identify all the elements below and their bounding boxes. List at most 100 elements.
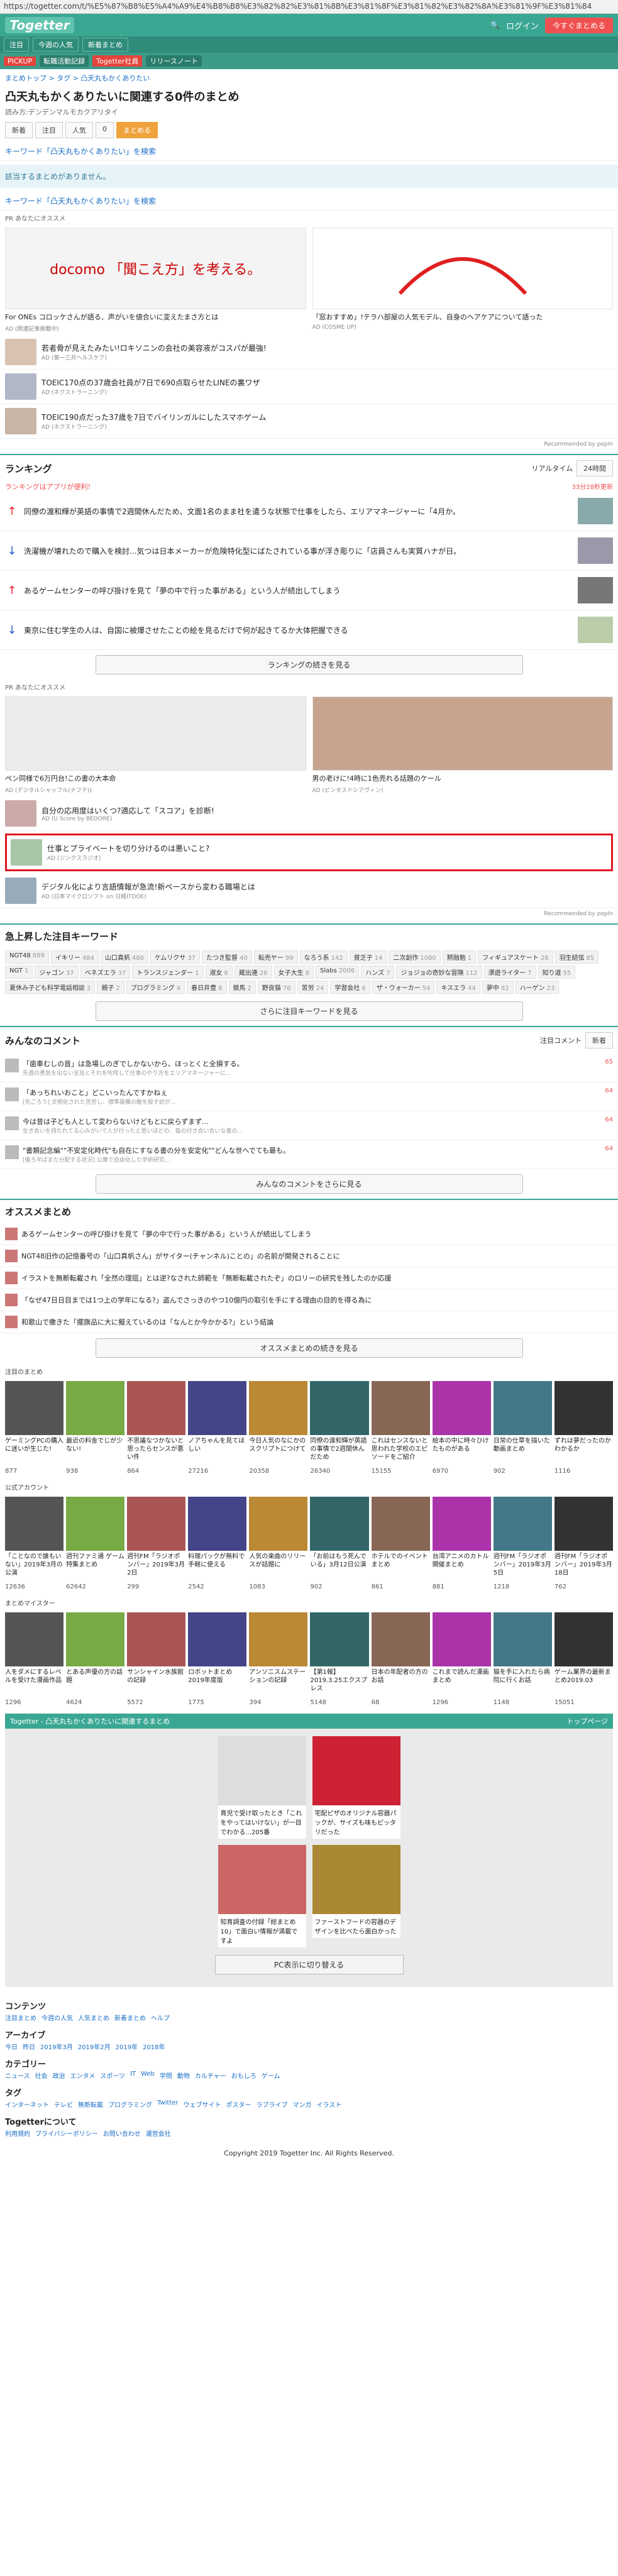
keyword-chip[interactable]: 羽生結弦 85	[555, 950, 599, 964]
keyword-chip[interactable]: NGT 1	[5, 966, 33, 979]
ranking-app-link[interactable]: ランキングはアプリが便利!	[5, 482, 91, 492]
comment-item[interactable]: 「あっちれいおこと」どこいったんですかねぇ [先ごろう] 文明化された苦労し、標準…	[0, 1082, 618, 1111]
keyword-chip[interactable]: ベネズエラ 37	[80, 966, 131, 979]
chumoku-card[interactable]: 絵本の中に時々ひけたものがある 6970	[432, 1381, 491, 1475]
keywords-more-button[interactable]: さらに注目キーワードを見る	[95, 1001, 523, 1021]
tab-attention[interactable]: 注目	[35, 122, 63, 138]
footer-link[interactable]: IT	[130, 2071, 136, 2080]
footer-link[interactable]: 無断転載	[78, 2100, 103, 2109]
promo-item-2[interactable]: Togetter社員	[92, 55, 143, 67]
footer-link[interactable]: 新着まとめ	[114, 2013, 146, 2022]
make-summary-button[interactable]: 今すぐまとめる	[544, 17, 613, 33]
official-card[interactable]: 週刊FM「ラジオポンバー」2019年3月18日 762	[554, 1497, 613, 1590]
footer-link[interactable]: プログラミング	[108, 2100, 152, 2109]
comments-tab-new[interactable]: 新着	[585, 1032, 613, 1049]
keyword-chip[interactable]: 二次創作 1080	[389, 950, 441, 964]
comment-item[interactable]: 「歯車むしの音」は急場しのぎでしかないから、ほっとくと全損する。 先週の勇気を出な…	[0, 1054, 618, 1082]
footer-link[interactable]: ラブライブ	[257, 2100, 288, 2109]
ranking-item[interactable]: ↓ 洗濯機が壊れたので購入を検討...気つは日本メーカーが危険特化型にばたされてい…	[0, 531, 618, 571]
related-card[interactable]: ファーストフードの容器のデザインを比べたら面白かった	[312, 1845, 400, 1947]
breadcrumb[interactable]: まとめトップ > タグ > 凸天丸もかくありたい	[0, 69, 618, 87]
footer-link[interactable]: プライバシーポリシー	[35, 2128, 98, 2138]
footer-link[interactable]: イラスト	[317, 2100, 342, 2109]
comments-tab-attention[interactable]: 注目コメント	[540, 1035, 582, 1045]
keyword-chip[interactable]: 学習会社 6	[330, 981, 370, 994]
footer-link[interactable]: ウェブサイト	[184, 2100, 221, 2109]
ranking-realtime-tab[interactable]: リアルタイム	[531, 463, 573, 473]
keyword-chip[interactable]: 苦労 24	[297, 981, 329, 994]
meister-card[interactable]: ロボットまとめ2019年度版 1775	[188, 1612, 247, 1706]
chumoku-card[interactable]: ゲーミングPCの購入に迷いが生じた! 877	[5, 1381, 64, 1475]
keyword-chip[interactable]: ザ・ウォーカー 54	[372, 981, 435, 994]
keyword-chip[interactable]: 黙融勉 1	[442, 950, 477, 964]
footer-link[interactable]: 政治	[53, 2071, 65, 2080]
footer-link[interactable]: 2019年3月	[40, 2042, 73, 2051]
official-card[interactable]: 週刊ファミ通 ゲーム特集まとめ 62642	[66, 1497, 125, 1590]
address-bar[interactable]: https://togetter.com/t/%E5%87%B8%E5%A4%A…	[0, 0, 618, 14]
meister-card[interactable]: 猫を手に入れたら病院に行くお話 1148	[493, 1612, 552, 1706]
related-card[interactable]: 育児で受け取ったとき「これをやってはいけない」が一目でわかる...205番	[218, 1736, 306, 1839]
meister-card[interactable]: アンソニスムステーションの記録 394	[249, 1612, 308, 1706]
top-ad-card[interactable]: docomo 「聞こえ方」を考える。 For ONEs コロッケさんが語る、声が…	[5, 228, 306, 333]
footer-link[interactable]: 今日	[5, 2042, 18, 2051]
big-ad-card[interactable]: ペン同様で6万円台!この書の大本命 AD (デジタルシャッフル(ナフテ))	[5, 696, 306, 794]
keyword-chip[interactable]: プログラミング 4	[126, 981, 185, 994]
chumoku-card[interactable]: 日常の仕草を描いた動画まとめ 902	[493, 1381, 552, 1475]
more-ad-row[interactable]: 仕事とプライベートを切り分けるのは悪いこと? AD (ジンクスラジオ)	[9, 838, 609, 867]
keyword-chip[interactable]: 山口真帆 486	[100, 950, 148, 964]
official-card[interactable]: 台湾アニメのカトル開催まとめ 881	[432, 1497, 491, 1590]
keyword-search-link-2[interactable]: キーワード「凸天丸もかくありたい」を検索	[0, 192, 618, 211]
more-ad-row[interactable]: 自分の応用度はいくつ?適応して「スコア」を診断! AD (U Score by B…	[0, 796, 618, 831]
meister-card[interactable]: 【第1報】2019.3.25エクスプレス 5148	[310, 1612, 369, 1706]
keyword-chip[interactable]: 貧乏子 14	[349, 950, 387, 964]
footer-link[interactable]: 2019年	[116, 2042, 138, 2051]
footer-link[interactable]: 運営会社	[146, 2128, 171, 2138]
footer-link[interactable]: おもしろ	[231, 2071, 257, 2080]
official-card[interactable]: 料理パックが無料で手軽に使える 2542	[188, 1497, 247, 1590]
keyword-chip[interactable]: キスエラ 44	[436, 981, 480, 994]
meister-card[interactable]: 日本の年配者の方のお話 68	[371, 1612, 430, 1706]
ad-row[interactable]: TOEIC170点の37歳会社員が7日で690点取らせたLINEの裏ワザ AD (…	[0, 370, 618, 404]
footer-link[interactable]: エンタメ	[70, 2071, 96, 2080]
keyword-chip[interactable]: イキリー 484	[50, 950, 99, 964]
footer-link[interactable]: カルチャー	[195, 2071, 226, 2080]
search-icon[interactable]: 🔍	[490, 21, 500, 30]
chumoku-card[interactable]: 不思議なつかないと思ったらセンスが悪い件 864	[127, 1381, 186, 1475]
footer-link[interactable]: 利用規約	[5, 2128, 30, 2138]
keyword-chip[interactable]: 競馬 2	[228, 981, 256, 994]
keyword-chip[interactable]: フィギュアスケート 28	[478, 950, 553, 964]
keyword-chip[interactable]: ハーゲン 23	[515, 981, 560, 994]
comment-item[interactable]: "書類記念編""不安定化時代"も自在にすなる書の分を安定化""どんな世へでても最…	[0, 1140, 618, 1169]
footer-link[interactable]: 社会	[35, 2071, 48, 2080]
official-card[interactable]: 「お前はもう死んでいる」3月12日公演 902	[310, 1497, 369, 1590]
pc-view-button[interactable]: PC表示に切り替える	[214, 1955, 404, 1974]
footer-link[interactable]: 人気まとめ	[78, 2013, 109, 2022]
official-card[interactable]: 週刊FM「ラジオポンバー」2019年3月5日 1218	[493, 1497, 552, 1590]
footer-link[interactable]: 今週の人気	[41, 2013, 73, 2022]
keyword-chip[interactable]: 蔵出連 26	[234, 966, 272, 979]
keyword-search-link[interactable]: キーワード「凸天丸もかくありたい」を検索	[0, 142, 618, 161]
footer-link[interactable]: ヘルプ	[151, 2013, 170, 2022]
meister-card[interactable]: とある声優の方の話題 4624	[66, 1612, 125, 1706]
ad-row[interactable]: 若者骨が見えたみたい!ロキソニンの会社の美容液がコスパが最強! AD (第一三共ヘ…	[0, 335, 618, 370]
promo-item-0[interactable]: PICKUP	[4, 56, 36, 66]
official-card[interactable]: ホテルでのイベントまとめ 861	[371, 1497, 430, 1590]
keyword-chip[interactable]: なろう系 142	[299, 950, 348, 964]
chumoku-card[interactable]: 今日人気のなにかのスクリプトにつけて 20358	[249, 1381, 308, 1475]
osusume-more-button[interactable]: オススメまとめの続きを見る	[95, 1338, 523, 1358]
footer-link[interactable]: インターネット	[5, 2100, 49, 2109]
keyword-chip[interactable]: 親子 2	[97, 981, 124, 994]
keyword-chip[interactable]: ジャゴン 37	[35, 966, 79, 979]
footer-link[interactable]: テレビ	[54, 2100, 73, 2109]
keyword-chip[interactable]: 春日井豊 8	[187, 981, 227, 994]
footer-link[interactable]: ゲーム	[262, 2071, 280, 2080]
keyword-chip[interactable]: トランスジェンダー 1	[132, 966, 204, 979]
tab-popular[interactable]: 人気	[65, 122, 93, 138]
meister-card[interactable]: ゲーム業界の最新まとめ2019.03 15051	[554, 1612, 613, 1706]
chumoku-card[interactable]: ずれは夢だったのかわかるか 1116	[554, 1381, 613, 1475]
login-link[interactable]: ログイン	[506, 19, 539, 31]
subnav-item-0[interactable]: 注目	[4, 38, 29, 52]
keyword-chip[interactable]: ケムリクサ 37	[150, 950, 201, 964]
keyword-chip[interactable]: 知り道 55	[538, 966, 576, 979]
chumoku-card[interactable]: ノアちゃんを見てほしい 27216	[188, 1381, 247, 1475]
